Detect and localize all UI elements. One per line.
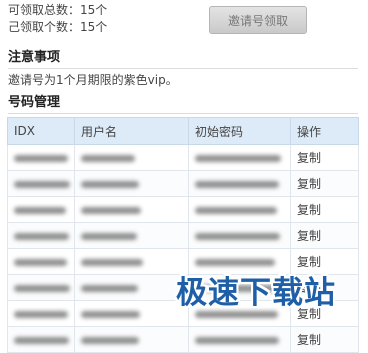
copy-link[interactable]: 复制	[290, 144, 359, 171]
col-idx: IDX	[7, 117, 75, 145]
table-row: 复制	[7, 144, 359, 171]
table-row: 复制	[7, 170, 359, 197]
idx-cell-redacted	[7, 170, 75, 197]
table-row: 复制	[7, 222, 359, 249]
idx-cell-redacted	[7, 196, 75, 223]
col-username: 用户名	[74, 117, 189, 145]
username-cell-redacted	[74, 274, 189, 301]
password-cell-redacted	[188, 222, 291, 249]
password-cell-redacted	[188, 196, 291, 223]
copy-link[interactable]: 复制	[290, 326, 359, 353]
idx-cell-redacted	[7, 222, 75, 249]
col-password: 初始密码	[188, 117, 291, 145]
copy-link[interactable]: 复制	[290, 170, 359, 197]
username-cell-redacted	[74, 326, 189, 353]
username-cell-redacted	[74, 222, 189, 249]
site-watermark: 极速下载站	[176, 275, 336, 311]
table-header-row: IDX 用户名 初始密码 操作	[7, 117, 359, 145]
password-cell-redacted	[188, 326, 291, 353]
total-count: 可领取总数：15个	[8, 3, 108, 17]
password-cell-redacted	[188, 144, 291, 171]
username-cell-redacted	[74, 170, 189, 197]
table-row: 复制	[7, 326, 359, 353]
idx-cell-redacted	[7, 248, 75, 275]
password-cell-redacted	[188, 170, 291, 197]
idx-cell-redacted	[7, 326, 75, 353]
col-action: 操作	[290, 117, 359, 145]
idx-cell-redacted	[7, 274, 75, 301]
codes-table: IDX 用户名 初始密码 操作 复制 复制 复制 复制 复制 复制 复制 复制	[7, 117, 359, 353]
copy-link[interactable]: 复制	[290, 196, 359, 223]
username-cell-redacted	[74, 196, 189, 223]
username-cell-redacted	[74, 144, 189, 171]
received-count: 己领取个数：15个	[8, 20, 108, 34]
copy-link[interactable]: 复制	[290, 222, 359, 249]
idx-cell-redacted	[7, 144, 75, 171]
username-cell-redacted	[74, 248, 189, 275]
username-cell-redacted	[74, 300, 189, 327]
notice-title: 注意事项	[8, 50, 358, 69]
idx-cell-redacted	[7, 300, 75, 327]
invite-code-button[interactable]: 邀请号领取	[209, 6, 307, 34]
table-row: 复制	[7, 196, 359, 223]
codes-title: 号码管理	[8, 95, 358, 114]
stats-block: 可领取总数：15个 己领取个数：15个	[8, 2, 107, 36]
notice-text: 邀请号为1个月期限的紫色vip。	[8, 73, 178, 87]
